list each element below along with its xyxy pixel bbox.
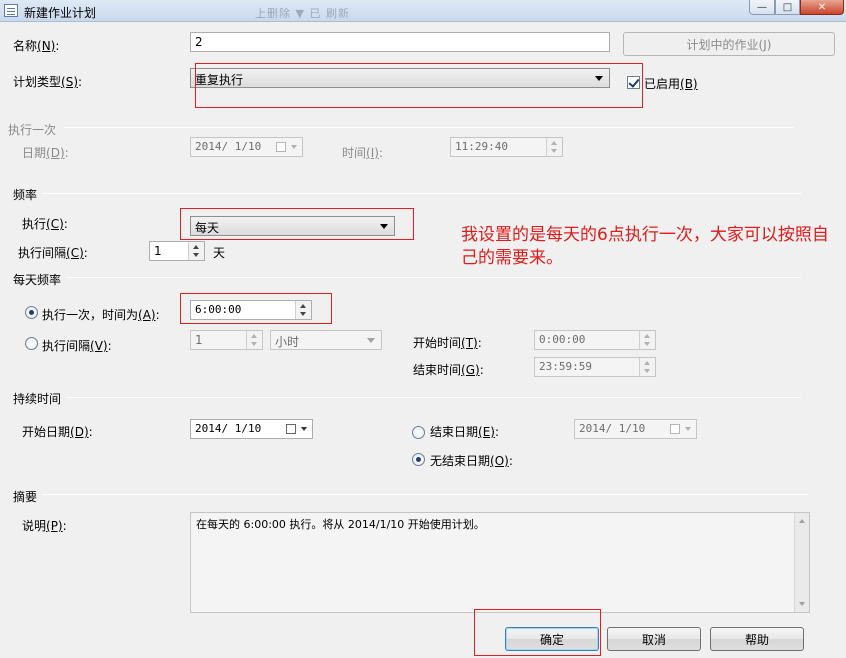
schedule-type-label: 计划类型(S): — [13, 75, 83, 89]
scheduled-jobs-button[interactable]: 计划中的作业(J) — [623, 32, 835, 56]
frequency-interval-unit: 天 — [213, 246, 226, 260]
description-text: 在每天的 6:00:00 执行。将从 2014/1/10 开始使用计划。 — [196, 518, 485, 531]
end-date-label: 结束日期(E): — [430, 425, 500, 439]
end-date-picker[interactable]: 2014/ 1/10 — [574, 419, 697, 439]
no-end-date-radio[interactable] — [412, 453, 425, 466]
spinner-arrows-icon — [246, 331, 262, 349]
description-textarea[interactable]: 在每天的 6:00:00 执行。将从 2014/1/10 开始使用计划。 — [190, 512, 810, 613]
frequency-interval-label: 执行间隔(C): — [18, 246, 88, 260]
minimize-button[interactable]: — — [749, 0, 775, 15]
enabled-label: 已启用(B) — [644, 77, 698, 91]
once-time-value: 11:29:40 — [455, 140, 508, 153]
chevron-down-icon — [367, 338, 375, 343]
duration-start-label: 开始日期(D): — [22, 425, 93, 439]
daily-once-label: 执行一次，时间为(A): — [42, 308, 160, 322]
frequency-section-header: 频率 — [13, 188, 38, 202]
no-end-date-label: 无结束日期(O): — [430, 454, 513, 468]
annotation-text: 我设置的是每天的6点执行一次，大家可以按照自己的需要来。 — [461, 225, 829, 268]
duration-section-header: 持续时间 — [13, 392, 62, 406]
maximize-button[interactable]: □ — [775, 0, 800, 15]
start-time-spinner[interactable]: 0:00:00 — [534, 330, 656, 350]
spinner-arrows-icon — [546, 138, 562, 156]
section-divider — [42, 494, 808, 495]
frequency-interval-spinner[interactable]: 1 — [149, 241, 205, 261]
end-time-value: 23:59:59 — [539, 360, 592, 373]
description-scrollbar[interactable] — [794, 513, 809, 612]
chevron-down-icon — [301, 427, 307, 431]
end-time-label: 结束时间(G): — [413, 363, 484, 377]
title-bar: 新建作业计划 上删除 ▼ 已 刷新 — [0, 0, 846, 22]
daily-once-radio[interactable] — [25, 306, 38, 319]
cancel-button[interactable]: 取消 — [607, 627, 701, 651]
help-button[interactable]: 帮助 — [710, 627, 804, 651]
description-label: 说明(P): — [22, 519, 67, 533]
once-date-picker[interactable]: 2014/ 1/10 — [190, 137, 303, 157]
calendar-icon — [286, 424, 296, 434]
app-icon — [4, 4, 18, 17]
annotation-highlight-frequency — [180, 208, 414, 240]
end-date-value: 2014/ 1/10 — [579, 422, 646, 435]
section-divider — [66, 277, 801, 278]
once-date-label: 日期(D): — [22, 146, 69, 160]
daily-every-spinner[interactable]: 1 — [190, 330, 263, 350]
window-title: 新建作业计划 — [24, 6, 97, 20]
start-time-value: 0:00:00 — [539, 333, 586, 346]
daily-every-unit-value: 小时 — [275, 335, 300, 349]
calendar-icon — [670, 424, 680, 434]
annotation-highlight-schedule-type — [195, 63, 643, 108]
once-time-label: 时间(I): — [342, 146, 383, 160]
background-toolbar-text: 上删除 ▼ 已 刷新 — [255, 7, 350, 20]
start-time-label: 开始时间(T): — [413, 336, 482, 350]
once-time-spinner[interactable]: 11:29:40 — [450, 137, 563, 157]
chevron-down-icon — [291, 145, 297, 149]
section-divider — [64, 127, 794, 128]
duration-start-date-picker[interactable]: 2014/ 1/10 — [190, 419, 313, 439]
annotation-highlight-daily-time — [180, 293, 332, 324]
frequency-interval-value: 1 — [154, 244, 162, 258]
spinner-arrows-icon — [639, 358, 655, 376]
spinner-arrows-icon — [188, 242, 204, 260]
duration-start-date-value: 2014/ 1/10 — [195, 422, 262, 435]
calendar-icon — [276, 142, 286, 152]
summary-section-header: 摘要 — [13, 490, 38, 504]
name-label: 名称(N): — [13, 39, 60, 53]
section-divider — [66, 397, 801, 398]
daily-every-unit-dropdown[interactable]: 小时 — [270, 330, 382, 350]
section-divider — [42, 193, 802, 194]
name-input[interactable]: 2 — [190, 32, 610, 52]
end-date-radio[interactable] — [412, 426, 425, 439]
chevron-down-icon — [685, 427, 691, 431]
close-button[interactable]: ✕ — [800, 0, 844, 15]
once-date-value: 2014/ 1/10 — [195, 140, 262, 153]
daily-frequency-section-header: 每天频率 — [13, 273, 62, 287]
once-section-header: 执行一次 — [8, 123, 57, 137]
daily-every-radio[interactable] — [25, 337, 38, 350]
spinner-arrows-icon — [639, 331, 655, 349]
daily-every-label: 执行间隔(V): — [42, 339, 112, 353]
end-time-spinner[interactable]: 23:59:59 — [534, 357, 656, 377]
annotation-highlight-ok-button — [474, 609, 601, 656]
frequency-exec-label: 执行(C): — [22, 217, 68, 231]
daily-every-value: 1 — [195, 333, 203, 347]
